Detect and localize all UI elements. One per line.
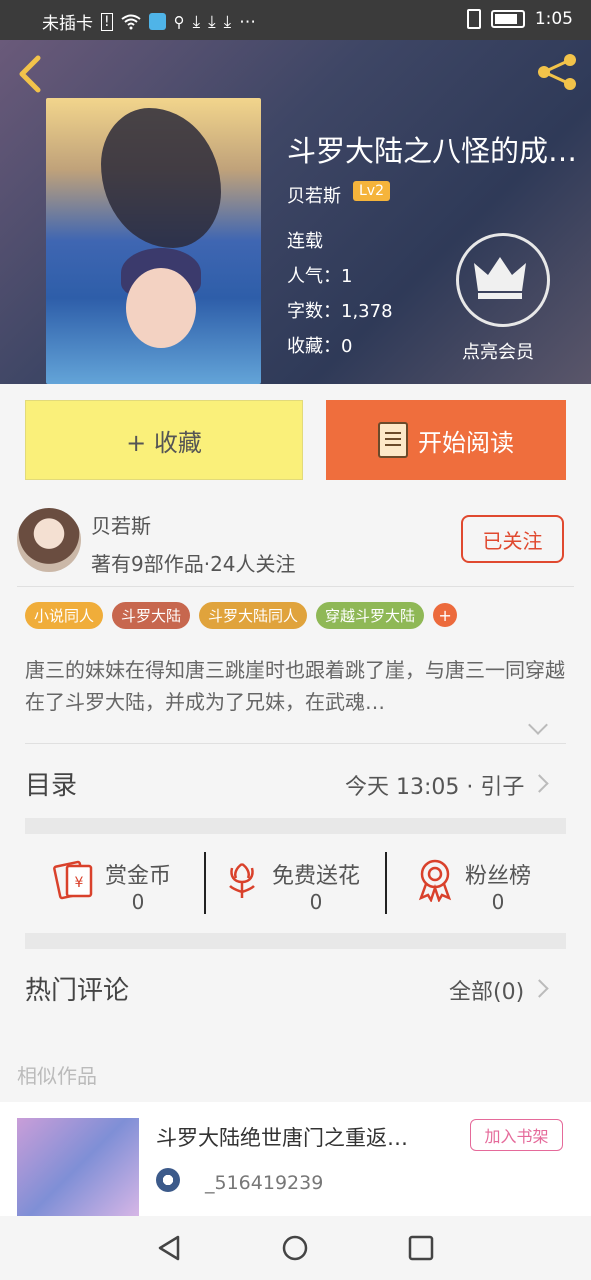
svg-text:¥: ¥	[75, 875, 84, 891]
book-status: 连载	[287, 231, 323, 252]
similar-work-user: _516419239	[205, 1172, 324, 1194]
book-popularity: 人气：1	[287, 266, 353, 287]
clock: 1:05	[534, 9, 573, 29]
divider	[385, 852, 387, 914]
download-icon: ⤓	[208, 11, 216, 32]
toc-chevron-right-icon[interactable]	[530, 774, 549, 793]
toc-latest-chapter[interactable]: 今天 13:05 · 引子	[345, 769, 524, 801]
section-separator	[25, 818, 566, 834]
divider	[17, 586, 574, 587]
carrier-label: 未插卡	[42, 14, 93, 34]
comments-chevron-right-icon[interactable]	[530, 979, 549, 998]
app-icon	[148, 13, 166, 30]
section-separator	[25, 933, 566, 949]
book-author[interactable]: 贝若斯	[287, 182, 341, 208]
nav-home-icon[interactable]	[281, 1234, 309, 1262]
start-reading-button[interactable]: 开始阅读	[326, 400, 566, 480]
nav-back-icon[interactable]	[156, 1234, 184, 1262]
collect-button[interactable]: + 收藏	[25, 400, 303, 480]
all-comments-link[interactable]: 全部(0)	[449, 974, 524, 1006]
similar-works-header: 相似作品	[17, 1064, 97, 1088]
stat-value: 0	[131, 890, 145, 914]
stat-value: 0	[309, 890, 323, 914]
share-icon[interactable]	[536, 52, 580, 92]
flower-icon	[229, 862, 255, 898]
stat-label: 免费送花	[272, 864, 361, 889]
book-icon	[378, 422, 408, 458]
tag-list: 小说同人 斗罗大陆 斗罗大陆同人 穿越斗罗大陆 +	[25, 602, 458, 629]
system-nav-bar	[0, 1216, 591, 1280]
similar-work-title[interactable]: 斗罗大陆绝世唐门之重返…	[156, 1122, 456, 1152]
crown-icon	[474, 257, 526, 299]
search-icon: ⚲	[173, 12, 185, 31]
tag-item[interactable]: 小说同人	[25, 602, 104, 629]
toc-title[interactable]: 目录	[25, 765, 77, 802]
nav-recents-icon[interactable]	[407, 1234, 435, 1262]
book-title: 斗罗大陆之八怪的成…	[287, 134, 577, 168]
book-cover	[46, 98, 261, 384]
back-button[interactable]	[14, 54, 46, 94]
send-flower-button[interactable]: 免费送花 0	[222, 858, 360, 914]
vip-label[interactable]: 点亮会员	[462, 338, 534, 364]
book-favorites: 收藏：0	[287, 336, 353, 357]
start-reading-label: 开始阅读	[418, 428, 514, 457]
stat-value: 0	[491, 890, 505, 914]
author-name[interactable]: 贝若斯	[91, 510, 151, 539]
hot-comments-title: 热门评论	[25, 976, 130, 1006]
author-info: 著有9部作品·24人关注	[91, 552, 296, 576]
divider	[25, 743, 566, 744]
expand-chevron-down-icon[interactable]	[528, 715, 548, 735]
book-description: 唐三的妹妹在得知唐三跳崖时也跟着跳了崖，与唐三一同穿越在了斗罗大陆，并成为了兄妹…	[25, 658, 565, 714]
reward-coins-button[interactable]: ¥ 赏金币 0	[53, 858, 171, 914]
similar-work-avatar	[156, 1168, 180, 1192]
download-icon: ⤓	[192, 11, 201, 32]
book-word-count: 字数：1,378	[287, 301, 393, 322]
divider	[204, 852, 206, 914]
author-level-badge: Lv2	[353, 181, 390, 201]
download-icon: ⤓	[223, 11, 232, 32]
similar-work-cover[interactable]	[17, 1118, 139, 1216]
vibrate-icon	[466, 9, 481, 29]
add-to-shelf-button[interactable]: 加入书架	[470, 1119, 563, 1151]
status-bar: 未插卡 ! ⚲ ⤓ ⤓ ⤓ ⋯ 1:05	[0, 0, 591, 40]
add-tag-icon[interactable]: +	[433, 603, 458, 627]
sim-alert-icon: !	[101, 12, 113, 31]
fan-ranking-button[interactable]: 粉丝榜 0	[415, 858, 531, 914]
stat-label: 赏金币	[105, 864, 172, 889]
wifi-icon	[121, 14, 141, 29]
vip-button[interactable]	[456, 233, 550, 327]
tag-item[interactable]: 斗罗大陆	[112, 602, 191, 629]
follow-button[interactable]: 已关注	[461, 515, 564, 563]
author-avatar[interactable]	[17, 508, 81, 572]
tag-item[interactable]: 斗罗大陆同人	[199, 602, 308, 629]
stat-label: 粉丝榜	[465, 864, 532, 889]
medal-icon	[418, 859, 452, 902]
tag-item[interactable]: 穿越斗罗大陆	[316, 602, 425, 629]
red-envelope-icon: ¥	[53, 860, 93, 900]
battery-icon	[490, 10, 525, 28]
more-icon: ⋯	[239, 11, 257, 32]
